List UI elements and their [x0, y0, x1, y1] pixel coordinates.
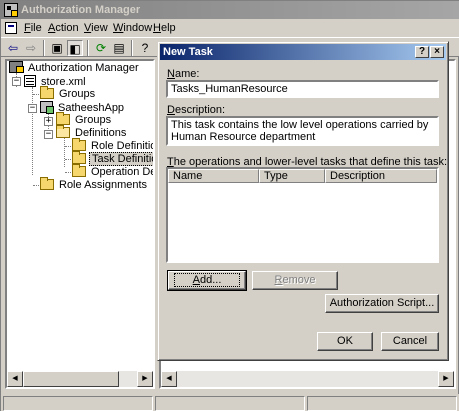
document-icon[interactable]	[5, 22, 17, 34]
name-label: Name:	[167, 68, 200, 80]
show-hide-tree-icon[interactable]: ◧	[67, 40, 83, 56]
statusbar	[1, 394, 459, 411]
status-cell	[307, 396, 457, 411]
folder-icon	[56, 112, 70, 125]
dialog-help-button[interactable]: ?	[415, 46, 429, 58]
menubar: File Action View Window Help	[1, 19, 459, 37]
dialog-title: New Task	[163, 46, 213, 58]
toolbar-separator	[131, 40, 133, 56]
tree-item-store-groups[interactable]: Groups	[40, 86, 97, 101]
tree-item-store[interactable]: store.xml	[24, 75, 88, 88]
refresh-icon[interactable]: ⟳	[93, 40, 109, 56]
authorization-script-button[interactable]: Authorization Script...	[325, 294, 439, 313]
scroll-right-icon[interactable]: ▶	[137, 371, 153, 387]
scroll-left-icon[interactable]: ◀	[7, 371, 23, 387]
toolbar-separator	[43, 40, 45, 56]
folder-icon	[72, 151, 86, 164]
cancel-button[interactable]: Cancel	[381, 332, 439, 351]
menu-help[interactable]: Help	[149, 21, 180, 35]
tree-item-operation-definitions[interactable]: Operation Definitions	[72, 164, 153, 179]
folder-icon	[40, 177, 54, 190]
scroll-right-icon[interactable]: ▶	[438, 371, 454, 387]
export-list-icon[interactable]: ▤	[111, 40, 127, 56]
remove-button[interactable]: Remove	[252, 271, 338, 290]
add-button[interactable]: Add...	[167, 270, 247, 291]
back-arrow-icon[interactable]: ⇦	[5, 40, 21, 56]
tree-item-task-definitions[interactable]: Task Definitions	[72, 151, 153, 166]
dialog-titlebar[interactable]: New Task ? ×	[160, 44, 446, 60]
application-icon	[40, 101, 54, 114]
column-header-name[interactable]: Name	[168, 169, 259, 183]
tree-item-app[interactable]: SatheeshApp	[40, 101, 126, 114]
tree-horizontal-scrollbar[interactable]: ◀ ▶	[7, 371, 153, 387]
toolbar-separator	[87, 40, 89, 56]
ok-button[interactable]: OK	[317, 332, 373, 351]
results-horizontal-scrollbar[interactable]: ◀ ▶	[161, 371, 454, 387]
authorization-manager-icon	[9, 61, 24, 73]
description-field[interactable]: This task contains the low level operati…	[166, 116, 439, 146]
folder-icon	[72, 164, 86, 177]
scroll-left-icon[interactable]: ◀	[161, 371, 177, 387]
tree-expander-app[interactable]: −	[28, 104, 37, 113]
tree-expander-app-groups[interactable]: +	[44, 117, 53, 126]
tree-expander-definitions[interactable]: −	[44, 130, 53, 139]
status-cell	[3, 396, 153, 411]
tree-line	[32, 87, 33, 175]
main-window-title: Authorization Manager	[21, 4, 141, 16]
main-titlebar[interactable]: Authorization Manager	[1, 1, 459, 19]
tree-item-role-assignments[interactable]: Role Assignments	[40, 177, 149, 192]
folder-icon	[72, 138, 86, 151]
add-button-label: Add...	[173, 273, 241, 287]
tree-panel[interactable]: Authorization Manager − store.xml Groups…	[5, 59, 155, 389]
forward-arrow-icon[interactable]: ⇨	[23, 40, 39, 56]
authorization-manager-app-icon	[4, 3, 18, 17]
menu-view[interactable]: View	[80, 21, 112, 35]
column-header-type[interactable]: Type	[259, 169, 325, 183]
tree-item-definitions[interactable]: Definitions	[56, 125, 128, 140]
tree-item-root[interactable]: Authorization Manager	[9, 61, 141, 74]
folder-icon	[40, 86, 54, 99]
menu-file[interactable]: File	[20, 21, 46, 35]
status-cell	[155, 396, 305, 411]
column-header-description[interactable]: Description	[325, 169, 437, 183]
description-label: Description:	[167, 104, 226, 116]
tree-expander-store[interactable]: −	[12, 77, 21, 86]
dialog-close-button[interactable]: ×	[430, 46, 444, 58]
name-field[interactable]: Tasks_HumanResource	[166, 80, 439, 98]
folder-open-icon	[56, 125, 70, 138]
help-icon[interactable]: ?	[137, 40, 153, 56]
scroll-thumb[interactable]	[23, 371, 119, 387]
menu-action[interactable]: Action	[44, 21, 83, 35]
xml-store-icon	[24, 75, 36, 87]
up-folder-icon[interactable]: ▣	[49, 40, 65, 56]
new-task-dialog: New Task ? × Name: Tasks_HumanResource D…	[157, 41, 449, 361]
operations-list[interactable]: Name Type Description	[166, 167, 439, 263]
tree-item-app-groups[interactable]: Groups	[56, 112, 113, 127]
